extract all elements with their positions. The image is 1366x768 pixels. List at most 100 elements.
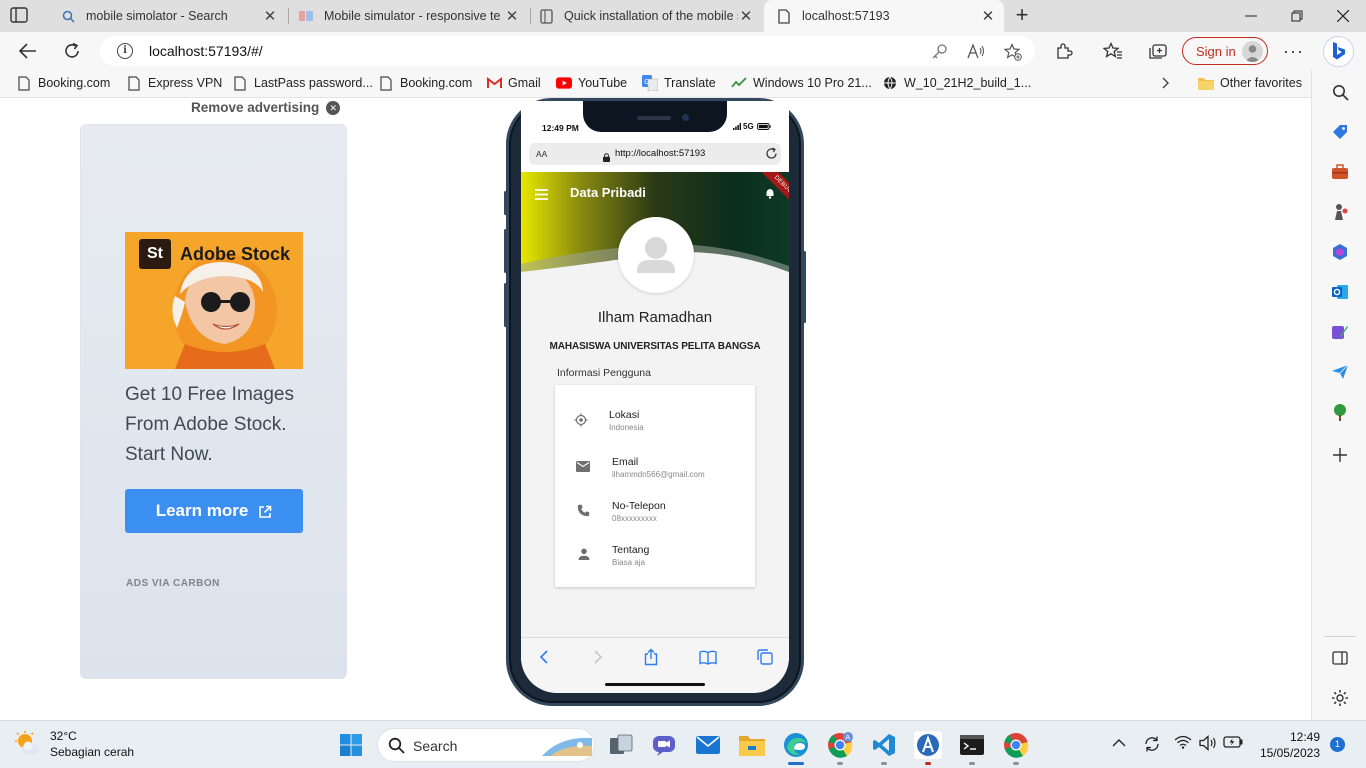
weather-widget[interactable]: 32°C Sebagian cerah [14, 729, 134, 760]
notification-badge[interactable]: 1 [1330, 737, 1345, 752]
vscode-icon[interactable] [870, 731, 898, 759]
hamburger-menu-icon[interactable] [535, 187, 548, 200]
favorite-booking[interactable]: Booking.com [16, 75, 110, 91]
tab-mobile-simulator[interactable]: Mobile simulator - responsive te ✕ [290, 0, 531, 32]
tab-search[interactable]: mobile simolator - Search ✕ [48, 0, 289, 32]
info-row-email[interactable]: Email ilhammdn566@gmail.com [555, 456, 755, 496]
remove-advertising-link[interactable]: Remove advertising ✕ [191, 100, 341, 115]
chevron-up-icon[interactable] [1112, 735, 1130, 753]
learn-more-label: Learn more [155, 501, 249, 520]
read-aloud-icon[interactable] [967, 43, 985, 61]
close-window-icon[interactable] [1320, 0, 1366, 32]
ad-card[interactable]: St Adobe Stock Get 10 Free Images From A… [80, 124, 347, 679]
outlook-icon[interactable] [1330, 282, 1350, 302]
restore-icon[interactable] [1274, 0, 1320, 32]
chevron-right-icon[interactable] [1162, 76, 1170, 92]
volume-icon[interactable] [1199, 735, 1217, 753]
add-icon[interactable] [1330, 445, 1350, 465]
terminal-icon[interactable] [958, 731, 986, 759]
sign-in-button[interactable]: Sign in [1182, 37, 1268, 65]
favorites-icon[interactable] [1102, 41, 1123, 62]
url-text[interactable]: localhost:57193/#/ [149, 43, 263, 59]
favorite-lastpass[interactable]: LastPass password... [232, 75, 373, 91]
file-explorer-icon[interactable] [738, 731, 766, 759]
share-icon[interactable] [642, 648, 660, 666]
reload-icon[interactable] [765, 147, 778, 160]
edge-browser-icon[interactable] [782, 731, 810, 759]
favorite-translate[interactable]: G Translate [642, 75, 716, 91]
close-ad-icon[interactable]: ✕ [326, 100, 341, 115]
favorite-label: Translate [664, 76, 716, 90]
text-size-button[interactable]: AA [536, 149, 547, 159]
new-tab-icon[interactable]: + [1011, 4, 1033, 26]
svg-text:G: G [644, 79, 649, 86]
tools-icon[interactable] [1330, 162, 1350, 182]
mail-icon[interactable] [694, 731, 722, 759]
profile-avatar[interactable] [618, 217, 694, 293]
bell-icon[interactable] [765, 186, 775, 204]
send-icon[interactable] [1330, 362, 1350, 382]
windows-start-icon[interactable] [337, 731, 365, 759]
collections-icon[interactable] [1148, 42, 1168, 62]
chrome-icon[interactable] [1002, 731, 1030, 759]
phone-url[interactable]: http://localhost:57193 [615, 148, 705, 159]
tab-actions-icon[interactable] [10, 7, 30, 25]
sync-icon[interactable] [1143, 735, 1161, 753]
settings-gear-icon[interactable] [1330, 688, 1350, 708]
close-tab-icon[interactable]: ✕ [738, 7, 754, 25]
key-icon[interactable] [931, 43, 949, 61]
site-info-icon[interactable]: i [117, 43, 133, 59]
info-row-about[interactable]: Tentang Biasa aja [555, 544, 755, 584]
battery-charging-icon[interactable] [1223, 735, 1243, 753]
reload-icon[interactable] [58, 38, 86, 64]
favorite-youtube[interactable]: YouTube [556, 75, 627, 91]
tree-icon[interactable] [1330, 402, 1350, 422]
tabs-icon[interactable] [756, 648, 774, 666]
bing-copilot-icon[interactable] [1322, 35, 1355, 68]
add-favorite-icon[interactable] [1003, 43, 1022, 61]
android-studio-icon[interactable] [914, 731, 942, 759]
back-icon[interactable] [536, 648, 554, 666]
shopping-tag-icon[interactable] [1330, 122, 1350, 142]
favorite-express-vpn[interactable]: Express VPN [126, 75, 222, 91]
system-clock[interactable]: 12:49 15/05/2023 [1252, 729, 1320, 761]
bookmarks-icon[interactable] [699, 648, 717, 666]
other-favorites[interactable]: Other favorites [1198, 75, 1302, 91]
phone-status-time: 12:49 PM [542, 123, 579, 133]
close-tab-icon[interactable]: ✕ [262, 7, 278, 25]
info-row-phone[interactable]: No-Telepon 08xxxxxxxxx [555, 500, 755, 540]
microsoft-365-icon[interactable] [1330, 242, 1350, 262]
signal-icon [733, 123, 741, 130]
designer-icon[interactable] [1330, 322, 1350, 342]
favorite-booking-2[interactable]: Booking.com [378, 75, 472, 91]
wifi-icon[interactable] [1174, 735, 1192, 753]
chat-icon[interactable] [650, 731, 678, 759]
favorite-gmail[interactable]: Gmail [486, 75, 541, 91]
ad-image[interactable]: St Adobe Stock [125, 232, 303, 369]
back-icon[interactable] [14, 38, 42, 64]
phone-browser-bar[interactable]: AA http://localhost:57193 [529, 143, 781, 165]
sidebar-layout-icon[interactable] [1330, 648, 1350, 668]
info-value: ilhammdn566@gmail.com [612, 470, 705, 479]
taskbar-search[interactable]: Search [377, 728, 595, 762]
favorite-windows-10[interactable]: Windows 10 Pro 21... [731, 75, 872, 91]
url-bar[interactable]: i localhost:57193/#/ [100, 36, 1035, 66]
favorite-w10-build[interactable]: W_10_21H2_build_1... [882, 75, 1031, 91]
search-icon[interactable] [1330, 82, 1350, 102]
more-menu-icon[interactable]: ··· [1283, 41, 1304, 62]
games-icon[interactable] [1330, 202, 1350, 222]
tab-quick-installation[interactable]: Quick installation of the mobile s ✕ [530, 0, 762, 32]
chrome-profile-icon[interactable]: A [826, 731, 854, 759]
close-tab-icon[interactable]: ✕ [504, 7, 520, 25]
minimize-icon[interactable] [1228, 0, 1274, 32]
page-icon [378, 75, 394, 91]
info-row-location[interactable]: Lokasi Indonesia [555, 409, 755, 449]
forward-icon[interactable] [588, 648, 606, 666]
extensions-icon[interactable] [1055, 42, 1075, 62]
tab-localhost[interactable]: localhost:57193 ✕ [764, 0, 1004, 32]
ad-text[interactable]: Get 10 Free Images From Adobe Stock. Sta… [125, 380, 325, 470]
close-tab-icon[interactable]: ✕ [980, 7, 996, 25]
task-view-icon[interactable] [607, 731, 635, 759]
learn-more-button[interactable]: Learn more [125, 489, 303, 533]
ads-via-carbon[interactable]: ADS VIA CARBON [126, 578, 220, 589]
